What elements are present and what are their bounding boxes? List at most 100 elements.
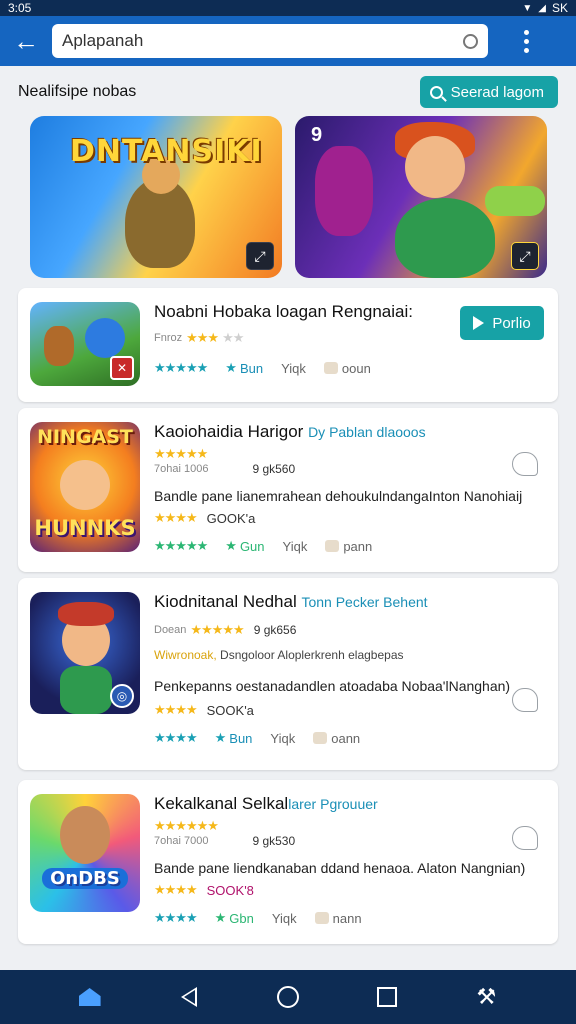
banner-blaster (485, 186, 545, 216)
action-label: oann (331, 730, 361, 746)
action-label: Bun (229, 730, 253, 746)
rating-stars: ★★★★★ (190, 622, 244, 637)
share-action[interactable]: ooun (323, 360, 371, 376)
share-action[interactable]: oann (313, 731, 360, 746)
featured-banner[interactable]: DNTANSIKI ⤢ (30, 116, 282, 278)
status-icons: ▼ ◢ SK (522, 1, 568, 15)
search-box[interactable] (52, 24, 488, 58)
app-badge-icon: ✕ (110, 356, 134, 380)
app-meta-label: 7ohai 7000 (154, 835, 209, 847)
download-count: SOOK'8 (206, 882, 254, 898)
home-circle-icon[interactable] (268, 977, 308, 1017)
banner-number: 9 (311, 124, 323, 146)
app-actions: ★★★★ ★ Gbn Yiqk nann (154, 910, 525, 926)
action-label: ooun (341, 360, 371, 376)
bookmark-icon[interactable] (512, 452, 538, 476)
app-meta: Fnroz ★★★ ★★ (154, 330, 413, 346)
recents-icon[interactable] (367, 977, 407, 1017)
icon-caption: NINGAST (37, 426, 133, 448)
action-label[interactable]: Yiqk (283, 539, 308, 554)
icon-character (85, 318, 125, 358)
play-button[interactable]: Porlio (460, 306, 544, 340)
rating-stars: ★★★★★ (154, 360, 208, 375)
app-meta: 7ohai 7000 9 gk530 (154, 834, 525, 848)
app-title-text: Kaoiohaidia Harigor (154, 422, 304, 441)
action-label[interactable]: Yiqk (272, 911, 297, 926)
section-header: Nealifsipe nobas Seerad lagom (18, 72, 558, 112)
rating-stars: ★★★★ (154, 730, 198, 745)
app-card[interactable]: ✕ Noabni Hobaka loagan Rengnaiai: Fnroz … (18, 288, 558, 402)
bookmark-icon[interactable] (512, 688, 538, 712)
icon-character (60, 460, 110, 510)
rating-stars-empty: ★★ (222, 330, 244, 345)
play-button-label: Porlio (492, 314, 531, 332)
icon-character-hair (58, 602, 114, 626)
share-action[interactable]: nann (314, 910, 362, 926)
share-action[interactable]: pann (325, 539, 372, 554)
app-icon: ◎ (30, 592, 140, 714)
star-icon: ★ (225, 538, 237, 553)
app-title: Kaoiohaidia Harigor Dy Pablan dlaooos (154, 422, 522, 442)
app-card[interactable]: OnDBS Kekalkanal Selkallarer Pgrouuer ★★… (18, 780, 558, 944)
app-badge-icon: ◎ (110, 684, 134, 708)
bookmark-icon[interactable] (512, 826, 538, 850)
wifi-icon: ▼ (522, 2, 533, 14)
app-meta: 7ohai 1006 9 gk560 (154, 462, 522, 476)
banner-link-icon[interactable]: ⤢ (246, 242, 274, 270)
app-icon: NINGAST HUNNKS (30, 422, 140, 552)
app-description: Bandle pane lianemrahean dehoukulndangaI… (154, 488, 523, 504)
more-options-icon[interactable] (506, 16, 546, 66)
bun-action[interactable]: ★ Bun (225, 360, 263, 376)
tools-icon[interactable]: ⚒ (466, 977, 506, 1017)
action-label: nann (332, 910, 362, 926)
search-game-button[interactable]: Seerad lagom (419, 76, 558, 108)
gbn-action[interactable]: ★ Gbn (215, 910, 254, 926)
star-icon: ★ (225, 360, 237, 375)
search-icon (429, 85, 443, 99)
bottom-nav-bar: ⚒ (0, 970, 576, 1024)
icon-character (60, 806, 110, 864)
icon-character (44, 326, 74, 366)
gun-action[interactable]: ★ Gun (225, 538, 264, 554)
app-bar: ← (0, 16, 576, 66)
app-info: Noabni Hobaka loagan Rengnaiai: Fnroz ★★… (154, 302, 413, 376)
download-count: SOOK'a (206, 702, 254, 718)
chat-icon (325, 540, 340, 552)
app-developer: Dy Pablan dlaooos (308, 424, 426, 440)
app-title: Noabni Hobaka loagan Rengnaiai: (154, 302, 413, 321)
tagline-highlight: Wiwronoak, (154, 648, 217, 662)
action-label[interactable]: Yiqk (270, 731, 295, 746)
rating-stars: ★★★★ (154, 882, 198, 897)
status-carrier: SK (551, 1, 568, 15)
signal-icon: ◢ (538, 2, 546, 14)
featured-banner[interactable]: 9 ⤢ (295, 116, 547, 278)
bun-action[interactable]: ★ Bun (215, 730, 253, 746)
action-label[interactable]: Yiqk (281, 361, 306, 376)
app-meta: Doean ★★★★★ 9 gk656 (154, 622, 510, 638)
review-count: 9 gk656 (253, 623, 297, 637)
star-icon: ★ (214, 910, 227, 925)
app-info: Kiodnitanal Nedhal Tonn Pecker Behent Do… (154, 592, 510, 746)
app-icon: ✕ (30, 302, 140, 386)
app-developer: larer Pgrouuer (288, 796, 378, 812)
back-icon[interactable] (169, 977, 209, 1017)
app-stat: ★★★★ GOOK'a (154, 510, 522, 526)
app-card[interactable]: ◎ Kiodnitanal Nedhal Tonn Pecker Behent … (18, 578, 558, 770)
banner-hero-figure (395, 198, 495, 278)
app-actions: ★★★★★ ★ Bun Yiqk ooun (154, 360, 413, 376)
app-actions: ★★★★ ★ Bun Yiqk oann (154, 730, 510, 746)
section-title: Nealifsipe nobas (18, 83, 137, 100)
banner-link-icon[interactable]: ⤢ (511, 242, 539, 270)
search-game-label: Seerad lagom (450, 83, 544, 101)
app-info: Kekalkanal Selkallarer Pgrouuer ★★★★★★ 7… (154, 794, 525, 926)
app-title: Kiodnitanal Nedhal Tonn Pecker Behent (154, 592, 510, 612)
clear-search-icon[interactable] (463, 33, 478, 49)
app-card[interactable]: NINGAST HUNNKS Kaoiohaidia Harigor Dy Pa… (18, 408, 558, 572)
main-content: Nealifsipe nobas Seerad lagom DNTANSIKI … (0, 66, 576, 970)
back-arrow-icon[interactable]: ← (0, 16, 52, 66)
tagline-text: Dsngoloor Aloplerkrenh elagbepas (220, 648, 404, 662)
home-icon[interactable] (70, 977, 110, 1017)
app-developer: Tonn Pecker Behent (301, 594, 428, 610)
search-input[interactable] (62, 31, 442, 51)
rating-stars: ★★★ (186, 330, 219, 345)
